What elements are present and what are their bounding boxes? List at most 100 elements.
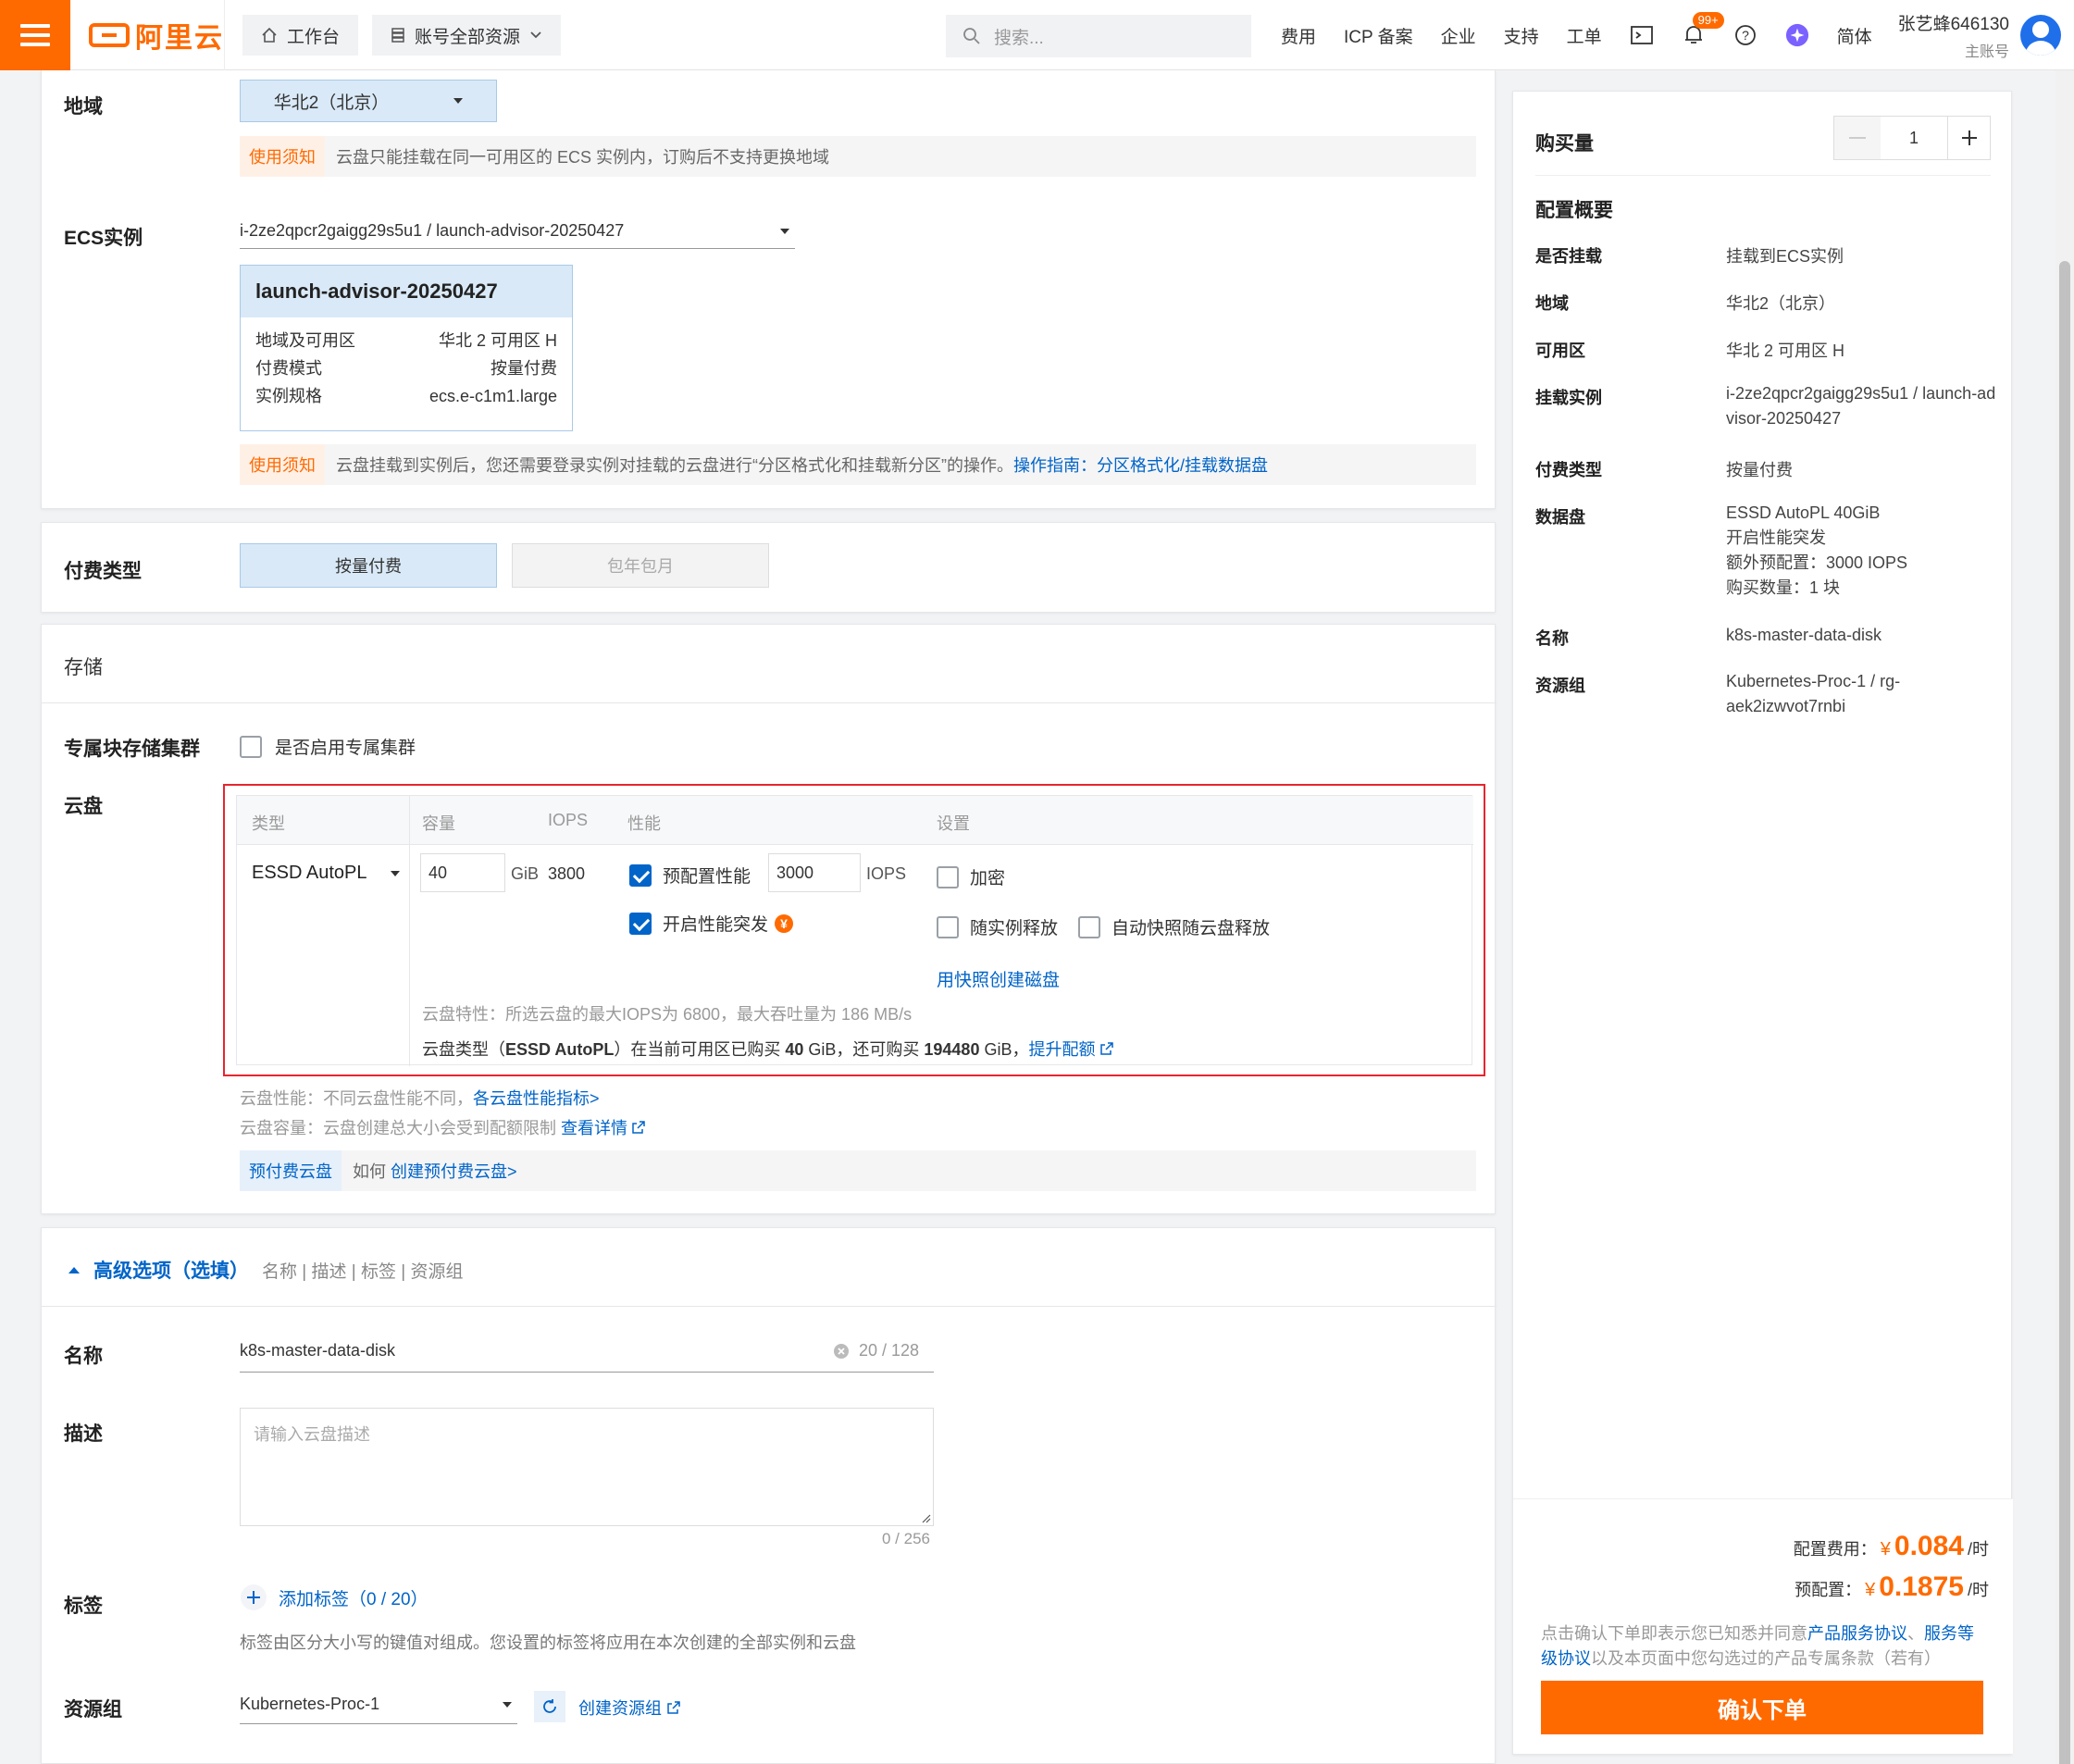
summary-key: 资源组 [1535,677,1585,695]
notification-bell-icon[interactable]: 99+ [1682,12,1724,47]
auto-snapshot-release-checkbox[interactable] [1078,915,1101,938]
header-type: 类型 [252,814,285,833]
external-link-icon [1099,1042,1113,1055]
resources-dropdown[interactable]: 账号全部资源 [372,15,562,56]
ecs-row-key: 地域及可用区 [255,331,355,350]
create-from-snapshot-link[interactable]: 用快照创建磁盘 [937,966,1060,991]
provision-performance-label: 预配置性能 [663,867,751,887]
billing-option-subscription[interactable]: 包年包月 [512,543,769,588]
clear-icon[interactable] [833,1343,850,1360]
add-tag-link: 添加标签（0 / 20） [279,1589,428,1609]
quantity-value[interactable]: 1 [1881,117,1947,159]
summary-value: ESSD AutoPL 40GiB 开启性能突发 额外预配置：3000 IOPS… [1726,503,1908,597]
refresh-button[interactable] [534,1691,565,1722]
release-with-instance-checkbox[interactable] [937,915,959,938]
help-icon[interactable]: ? [1733,23,1757,47]
search-box[interactable]: 搜索... [946,15,1251,57]
disk-type-value: ESSD AutoPL [252,863,367,883]
search-icon [963,28,980,44]
burst-performance-checkbox[interactable] [629,912,652,935]
quota-bought: 40 [785,1040,804,1059]
disk-config-highlight: 类型 容量 IOPS 性能 设置 ESSD AutoPL 40 GiB 3800… [223,784,1485,1076]
billing-option-payg[interactable]: 按量付费 [240,543,497,588]
config-cost-value: 0.084 [1894,1531,1964,1561]
hamburger-menu-icon[interactable] [0,0,70,70]
service-agreement-link[interactable]: 产品服务协议 [1807,1624,1907,1643]
header-iops: IOPS [548,811,589,829]
ecs-row-key: 实例规格 [255,387,322,405]
resize-handle-icon[interactable] [920,1512,931,1523]
nav-link-ticket[interactable]: 工单 [1567,23,1602,48]
description-label: 描述 [64,1423,103,1445]
resource-group-value: Kubernetes-Proc-1 [240,1695,380,1713]
home-icon [262,27,277,43]
release-with-instance-label: 随实例释放 [970,919,1059,938]
provision-iops-input[interactable]: 3000 [768,853,861,892]
resource-group-select[interactable]: Kubernetes-Proc-1 [240,1685,517,1724]
capacity-input[interactable]: 40 [420,853,505,892]
encrypt-checkbox[interactable] [937,865,959,888]
caret-down-icon [503,1701,512,1708]
quantity-decrement-button[interactable] [1834,117,1881,159]
add-tag-button[interactable]: 添加标签（0 / 20） [240,1584,428,1611]
user-menu[interactable]: 张艺蜂646130 主账号 [1898,0,2061,70]
workbench-button[interactable]: 工作台 [242,15,359,56]
notice-text: 云盘只能挂载在同一可用区的 ECS 实例内，订购后不支持更换地域 [336,148,830,167]
description-textarea[interactable]: 请输入云盘描述 [240,1408,934,1526]
ecs-row-value: 按量付费 [491,359,557,378]
page-scrollbar[interactable] [2055,70,2074,1764]
create-resource-group-link[interactable]: 创建资源组 [578,1696,662,1720]
nav-link-support[interactable]: 支持 [1504,23,1539,48]
mount-guide-link[interactable]: 操作指南：分区格式化/挂载数据盘 [1013,453,1268,477]
ecs-row-value: 华北 2 可用区 H [438,331,557,350]
advanced-options-toggle[interactable]: 高级选项（选填） 名称 | 描述 | 标签 | 资源组 [68,1256,463,1284]
plus-icon [1961,130,1977,145]
plus-icon [241,1584,267,1610]
aliyun-logo[interactable]: 阿里云 [89,20,224,54]
notice-tag: 使用须知 [240,444,325,485]
user-name: 张艺蜂646130 [1897,14,2009,34]
name-label: 名称 [64,1346,103,1367]
increase-quota-link[interactable]: 提升配额 [1028,1040,1095,1059]
agreement-text-part: 以及本页面中您勾选过的产品专属条款（若有） [1591,1649,1941,1668]
provision-iops-unit: IOPS [866,864,907,883]
caret-up-icon [68,1267,80,1273]
config-overview-title: 配置概要 [1535,200,1613,221]
agreement-text: 点击确认下单即表示您已知悉并同意产品服务协议、服务等级协议以及本页面中您勾选过的… [1541,1621,1985,1671]
preconfig-cost-value: 0.1875 [1879,1571,1964,1602]
disk-performance-link[interactable]: 各云盘性能指标> [473,1089,600,1108]
header-capacity: 容量 [422,814,455,833]
name-input[interactable]: k8s-master-data-disk 20 / 128 [240,1330,934,1373]
nav-link-icp[interactable]: ICP 备案 [1344,23,1413,48]
prepaid-text: 如何 [353,1162,386,1181]
summary-value: 华北2（北京） [1726,294,1836,313]
provision-performance-checkbox[interactable] [629,863,652,887]
region-select[interactable]: 华北2（北京） [240,80,497,122]
ai-assistant-icon[interactable] [1785,23,1809,47]
confirm-order-button[interactable]: 确认下单 [1541,1681,1983,1734]
terminal-icon[interactable] [1630,23,1654,47]
quantity-stepper[interactable]: 1 [1833,116,1991,160]
scrollbar-thumb[interactable] [2059,261,2070,1764]
user-account-type: 主账号 [1964,43,2009,60]
ecs-instance-select[interactable]: i-2ze2qpcr2gaigg29s5u1 / launch-advisor-… [240,214,795,249]
workbench-label: 工作台 [287,27,341,47]
quantity-increment-button[interactable] [1947,117,1990,159]
order-summary-panel: 购买量 1 配置概要 是否挂载 挂载到ECS实例 地域 华北2（北京） 可用区 华北 … [1512,91,2013,1755]
view-details-link[interactable]: 查看详情 [561,1119,627,1137]
quota-text: GiB， [979,1040,1029,1059]
nav-link-enterprise[interactable]: 企业 [1441,23,1476,48]
dedicated-cluster-checkbox[interactable] [240,735,262,758]
disk-capacity-note: 云盘容量：云盘创建总大小会受到配额限制 查看详情 [240,1115,645,1139]
create-prepaid-disk-link[interactable]: 创建预付费云盘> [391,1159,517,1183]
region-notice: 使用须知 云盘只能挂载在同一可用区的 ECS 实例内，订购后不支持更换地域 [240,136,1476,177]
nav-link-billing[interactable]: 费用 [1281,23,1316,48]
tags-note: 标签由区分大小写的键值对组成。您设置的标签将应用在本次创建的全部实例和云盘 [240,1634,856,1652]
config-overview-list: 是否挂载 挂载到ECS实例 地域 华北2（北京） 可用区 华北 2 可用区 H 挂载实… [1535,243,1998,745]
language-switch[interactable]: 简体 [1837,23,1872,48]
config-cost-currency: ¥ [1880,1539,1891,1559]
disk-type-select[interactable]: ESSD AutoPL [252,863,400,884]
quota-type: ESSD AutoPL [505,1040,615,1059]
summary-value: 华北 2 可用区 H [1726,342,1845,360]
avatar[interactable] [2020,15,2061,56]
